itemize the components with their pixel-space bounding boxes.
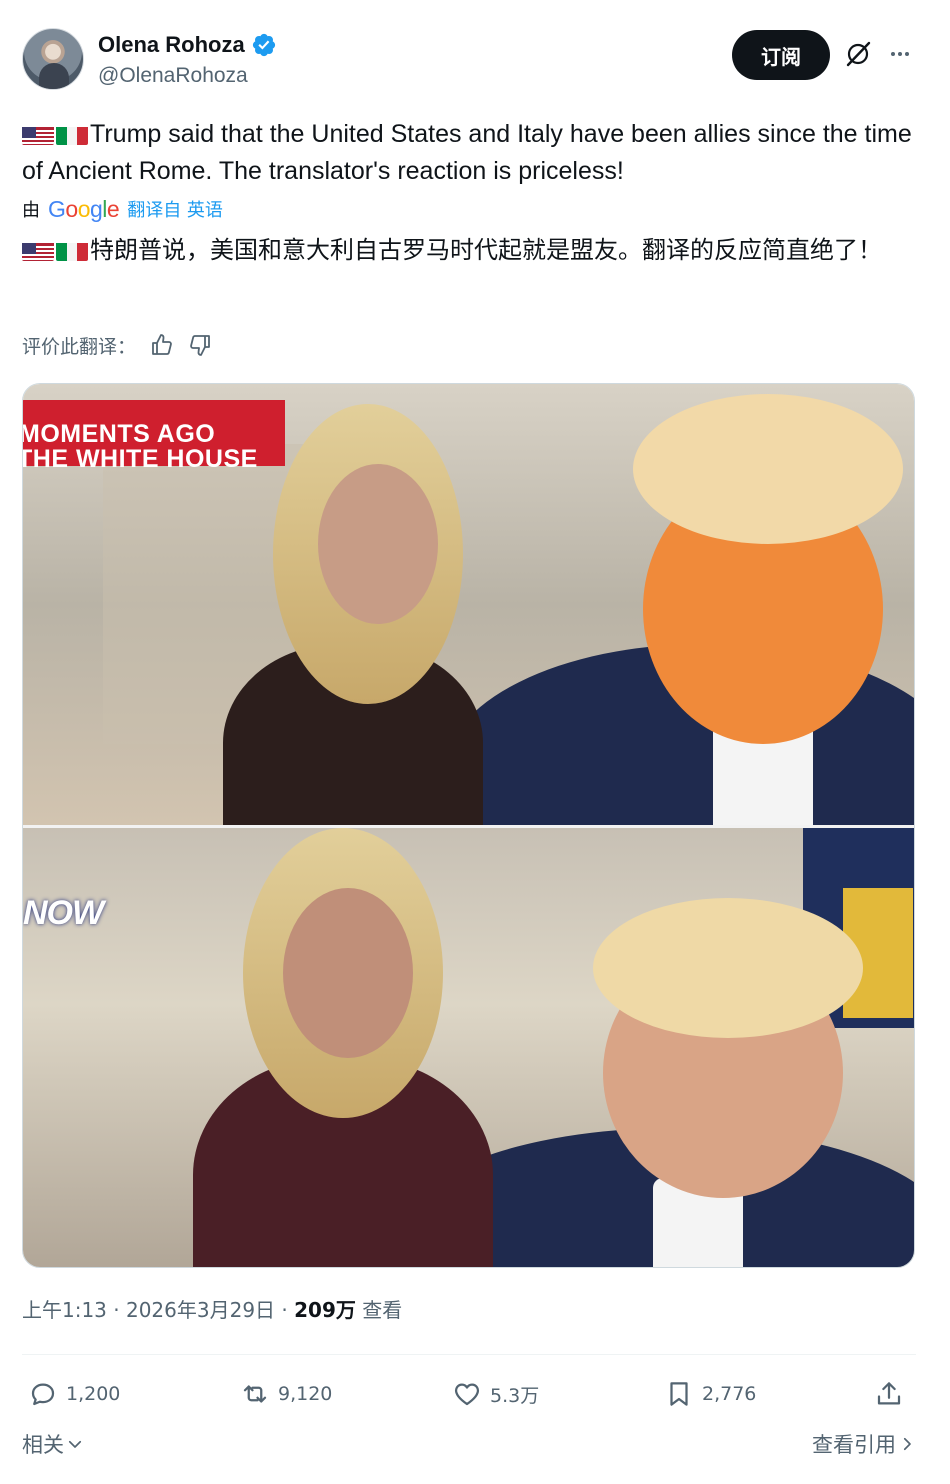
post-original-text: Trump said that the United States and It… <box>22 116 916 190</box>
us-flag-icon <box>22 123 54 145</box>
bookmark-icon <box>670 1382 688 1406</box>
italy-flag-icon <box>56 239 88 261</box>
share-button[interactable] <box>874 1370 904 1418</box>
us-flag-icon <box>22 239 54 261</box>
thumbs-down-icon[interactable] <box>188 333 212 357</box>
author-handle[interactable]: @OlenaRohoza <box>98 64 248 88</box>
thumbs-up-icon[interactable] <box>150 333 174 357</box>
timestamp-text[interactable]: 上午1:13 · 2026年3月29日 · <box>22 1298 294 1322</box>
more-options-icon[interactable] <box>886 40 914 68</box>
views-label: 查看 <box>355 1298 403 1322</box>
translated-text-body: 特朗普说，美国和意大利自古罗马时代起就是盟友。翻译的反应简直绝了！ <box>90 236 882 264</box>
like-count: 5.3万 <box>490 1384 540 1407</box>
news-network-logo-text: NOW <box>23 894 104 932</box>
avatar[interactable] <box>22 28 84 90</box>
bookmark-button[interactable]: 2,776 <box>664 1370 756 1418</box>
author-name-row: Olena Rohoza <box>98 32 277 58</box>
like-button[interactable]: 5.3万 <box>452 1370 539 1418</box>
grok-icon[interactable] <box>844 40 872 68</box>
chevron-right-icon <box>903 1437 911 1451</box>
verified-badge-icon <box>252 33 275 57</box>
news-banner: MOMENTS AGO THE WHITE HOUSE <box>23 400 285 473</box>
media-top-panel: MOMENTS AGO THE WHITE HOUSE <box>23 384 914 825</box>
reply-icon <box>31 1383 55 1406</box>
related-label: 相关 <box>22 1433 64 1457</box>
rate-translation-row: 评价此翻译： <box>22 330 212 360</box>
view-quotes-label: 查看引用 <box>812 1433 896 1457</box>
google-logo: Google <box>48 195 120 222</box>
media-bottom-panel: NOW <box>23 828 914 1267</box>
reply-button[interactable]: 1,200 <box>28 1370 120 1418</box>
share-icon <box>877 1382 901 1405</box>
original-text-body: Trump said that the United States and It… <box>22 120 912 185</box>
repost-icon <box>243 1385 267 1403</box>
repost-count: 9,120 <box>278 1383 333 1405</box>
author-name[interactable]: Olena Rohoza <box>98 32 245 58</box>
bookmark-count: 2,776 <box>702 1383 757 1405</box>
post-media-image[interactable]: MOMENTS AGO THE WHITE HOUSE NOW <box>22 383 915 1268</box>
reply-count: 1,200 <box>66 1383 121 1405</box>
chevron-down-icon <box>68 1440 82 1448</box>
post-translated-text: 特朗普说，美国和意大利自古罗马时代起就是盟友。翻译的反应简直绝了！ <box>22 232 916 268</box>
italy-flag-icon <box>56 123 88 145</box>
divider <box>22 1354 916 1355</box>
post-actions-bar: 1,200 9,120 5.3万 2,776 <box>22 1370 916 1418</box>
post-timestamp: 上午1:13 · 2026年3月29日 · 209万 查看 <box>22 1294 402 1323</box>
rate-translation-label: 评价此翻译： <box>22 335 137 358</box>
news-network-logo: NOW <box>23 860 163 932</box>
repost-button[interactable]: 9,120 <box>240 1370 332 1418</box>
post-footer: 相关 查看引用 <box>22 1428 916 1460</box>
translation-by-label: 由 <box>22 200 40 221</box>
view-quotes-link[interactable]: 查看引用 <box>812 1429 916 1459</box>
heart-icon <box>454 1383 480 1406</box>
post-header: Olena Rohoza @OlenaRohoza 订阅 <box>22 28 916 92</box>
translated-from-link[interactable]: 翻译自 英语 <box>127 196 223 222</box>
related-dropdown[interactable]: 相关 <box>22 1429 84 1459</box>
subscribe-button[interactable]: 订阅 <box>732 30 830 80</box>
translation-attribution: 由 Google 翻译自 英语 <box>22 194 223 224</box>
news-banner-line2: THE WHITE HOUSE <box>23 445 258 473</box>
views-count: 209万 <box>294 1298 356 1322</box>
